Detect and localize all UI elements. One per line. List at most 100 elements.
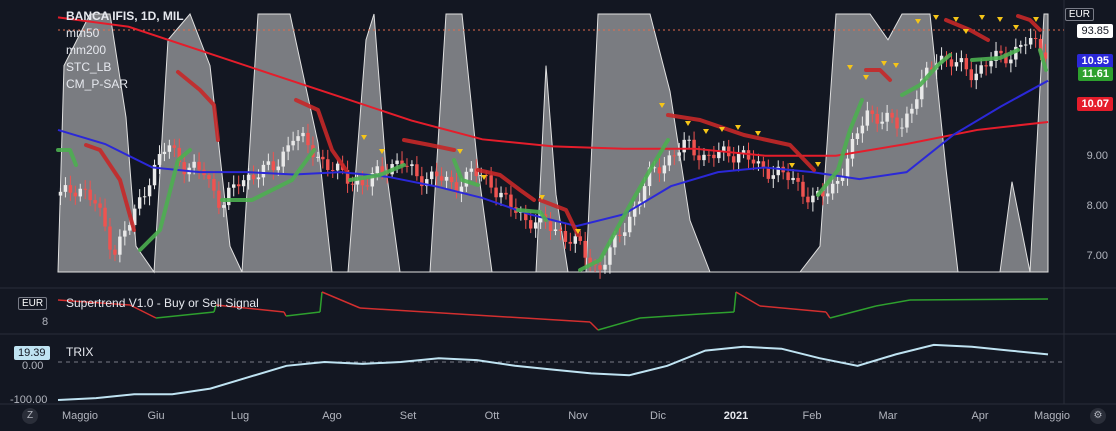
candle-body bbox=[1009, 59, 1013, 64]
candle-body bbox=[979, 65, 983, 74]
candle-body bbox=[657, 167, 662, 174]
candle-body bbox=[786, 172, 790, 181]
candle-body bbox=[682, 139, 686, 153]
candle-body bbox=[241, 180, 246, 187]
candle-body bbox=[88, 189, 92, 201]
candle-body bbox=[192, 161, 196, 168]
candle-body bbox=[123, 230, 127, 237]
candle-body bbox=[415, 164, 419, 177]
supertrend-up-segment bbox=[319, 291, 323, 313]
psar-marker bbox=[685, 121, 691, 126]
legend-mm50: mm50 bbox=[66, 26, 100, 40]
candle-body bbox=[855, 133, 860, 139]
candle-body bbox=[286, 145, 290, 152]
supertrend-down-segment bbox=[359, 307, 591, 323]
y-tick-9: 9.00 bbox=[1086, 150, 1108, 162]
x-tick-label: Ott bbox=[484, 410, 500, 422]
chart-title: BANCA IFIS, 1D, MIL bbox=[66, 9, 184, 23]
candle-body bbox=[157, 154, 162, 165]
candle-body bbox=[880, 121, 884, 124]
candle-body bbox=[845, 158, 850, 178]
candle-body bbox=[83, 188, 87, 190]
candle-body bbox=[568, 241, 573, 244]
trix-tick-minus100: -100.00 bbox=[10, 394, 48, 406]
candle-body bbox=[618, 234, 622, 236]
legend-mm200: mm200 bbox=[66, 43, 107, 57]
candle-body bbox=[553, 229, 558, 232]
supertrend-up-segment bbox=[875, 299, 911, 307]
candle-body bbox=[197, 161, 201, 170]
candle-body bbox=[306, 132, 310, 146]
supertrend-label: Supertrend V1.0 - Buy or Sell Signal bbox=[66, 296, 259, 310]
psar-marker bbox=[703, 129, 709, 134]
candle-body bbox=[1023, 44, 1028, 46]
x-tick-label: Ago bbox=[322, 410, 342, 422]
supertrend-tick-8: 8 bbox=[42, 316, 49, 328]
psar-marker bbox=[755, 131, 761, 136]
trix-label: TRIX bbox=[66, 345, 94, 359]
candle-body bbox=[137, 197, 142, 209]
candle-body bbox=[702, 154, 706, 161]
supertrend-down-segment bbox=[825, 311, 831, 319]
candle-body bbox=[717, 151, 721, 159]
trix-tick-0: 0.00 bbox=[22, 360, 44, 372]
supertrend-up-segment bbox=[597, 317, 641, 331]
candle-body bbox=[667, 155, 672, 166]
candle-body bbox=[335, 163, 340, 171]
stc-value-badge: 93.85 bbox=[1077, 24, 1113, 38]
candle-body bbox=[469, 168, 474, 172]
candle-body bbox=[1033, 38, 1038, 40]
candle-body bbox=[489, 175, 493, 188]
candle-body bbox=[236, 184, 241, 187]
candle-body bbox=[974, 73, 978, 81]
settings-button[interactable]: ⚙ bbox=[1090, 408, 1106, 424]
x-tick-label: Maggio bbox=[61, 410, 99, 422]
zoom-out-button[interactable]: Z bbox=[22, 408, 38, 424]
mm200-value-badge: 10.07 bbox=[1077, 97, 1113, 111]
x-tick-label: Feb bbox=[802, 410, 822, 422]
candle-body bbox=[949, 59, 954, 67]
candle-body bbox=[825, 193, 830, 197]
candle-body bbox=[687, 139, 691, 141]
candle-body bbox=[830, 183, 835, 194]
candle-body bbox=[93, 200, 97, 204]
candle-body bbox=[256, 177, 261, 180]
candle-body bbox=[222, 205, 226, 208]
candle-body bbox=[915, 99, 919, 109]
candle-body bbox=[182, 162, 186, 175]
candle-body bbox=[558, 229, 563, 231]
candle-body bbox=[598, 265, 602, 270]
candle-body bbox=[870, 110, 875, 114]
candle-body bbox=[964, 58, 969, 70]
supertrend-up-segment bbox=[909, 298, 1049, 301]
candle-body bbox=[212, 179, 216, 191]
psar-marker bbox=[815, 162, 821, 167]
candle-body bbox=[321, 156, 325, 160]
supertrend-down-segment bbox=[589, 321, 599, 331]
candle-body bbox=[98, 203, 102, 208]
candle-body bbox=[697, 155, 701, 161]
candle-body bbox=[316, 156, 320, 158]
candle-body bbox=[231, 184, 236, 188]
x-tick-label: Apr bbox=[971, 410, 989, 422]
candle-body bbox=[251, 174, 256, 180]
candle-body bbox=[707, 154, 711, 156]
candle-body bbox=[756, 161, 761, 164]
candle-body bbox=[360, 179, 365, 186]
trix-value-badge: 19.39 bbox=[14, 346, 50, 360]
candle-body bbox=[875, 113, 879, 124]
candle-body bbox=[801, 181, 805, 197]
candle-body bbox=[860, 125, 865, 134]
candle-body bbox=[865, 110, 870, 126]
x-tick-label: Giu bbox=[147, 410, 165, 422]
candle-body bbox=[68, 185, 73, 193]
trix-line bbox=[57, 343, 1049, 401]
candle-body bbox=[662, 165, 667, 174]
supertrend-up-segment bbox=[829, 305, 877, 319]
candle-body bbox=[751, 159, 756, 164]
candle-body bbox=[330, 169, 335, 171]
candle-body bbox=[692, 139, 696, 156]
candle-body bbox=[642, 186, 647, 202]
candle-body bbox=[623, 232, 627, 236]
psar-marker bbox=[1013, 25, 1019, 30]
